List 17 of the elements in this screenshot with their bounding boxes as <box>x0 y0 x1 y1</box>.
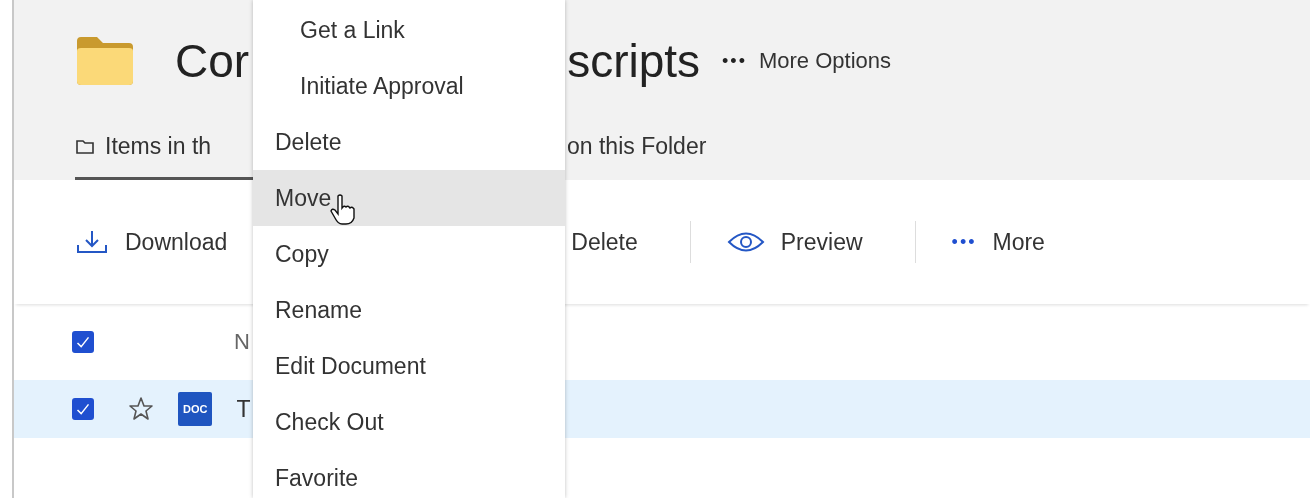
menu-item[interactable]: Initiate Approval <box>253 58 565 114</box>
download-button[interactable]: Download <box>75 228 228 256</box>
menu-item[interactable]: Copy <box>253 226 565 282</box>
menu-item[interactable]: Get a Link <box>253 2 565 58</box>
menu-item[interactable]: Favorite <box>253 450 565 498</box>
folder-title: Cor <box>175 34 250 88</box>
file-name[interactable]: T <box>236 395 251 423</box>
file-type-badge: DOC <box>178 392 213 426</box>
menu-item[interactable]: Delete <box>253 114 565 170</box>
column-header[interactable]: N <box>234 329 250 355</box>
preview-button[interactable]: Preview <box>726 228 863 256</box>
more-button[interactable]: ••• More <box>951 228 1045 256</box>
tab[interactable]: on this Folder <box>567 116 707 180</box>
folder-title: scripts <box>567 34 701 88</box>
more-options-button[interactable]: ••• More Options <box>722 48 891 74</box>
menu-item[interactable]: Rename <box>253 282 565 338</box>
menu-item[interactable]: Move <box>253 170 565 226</box>
